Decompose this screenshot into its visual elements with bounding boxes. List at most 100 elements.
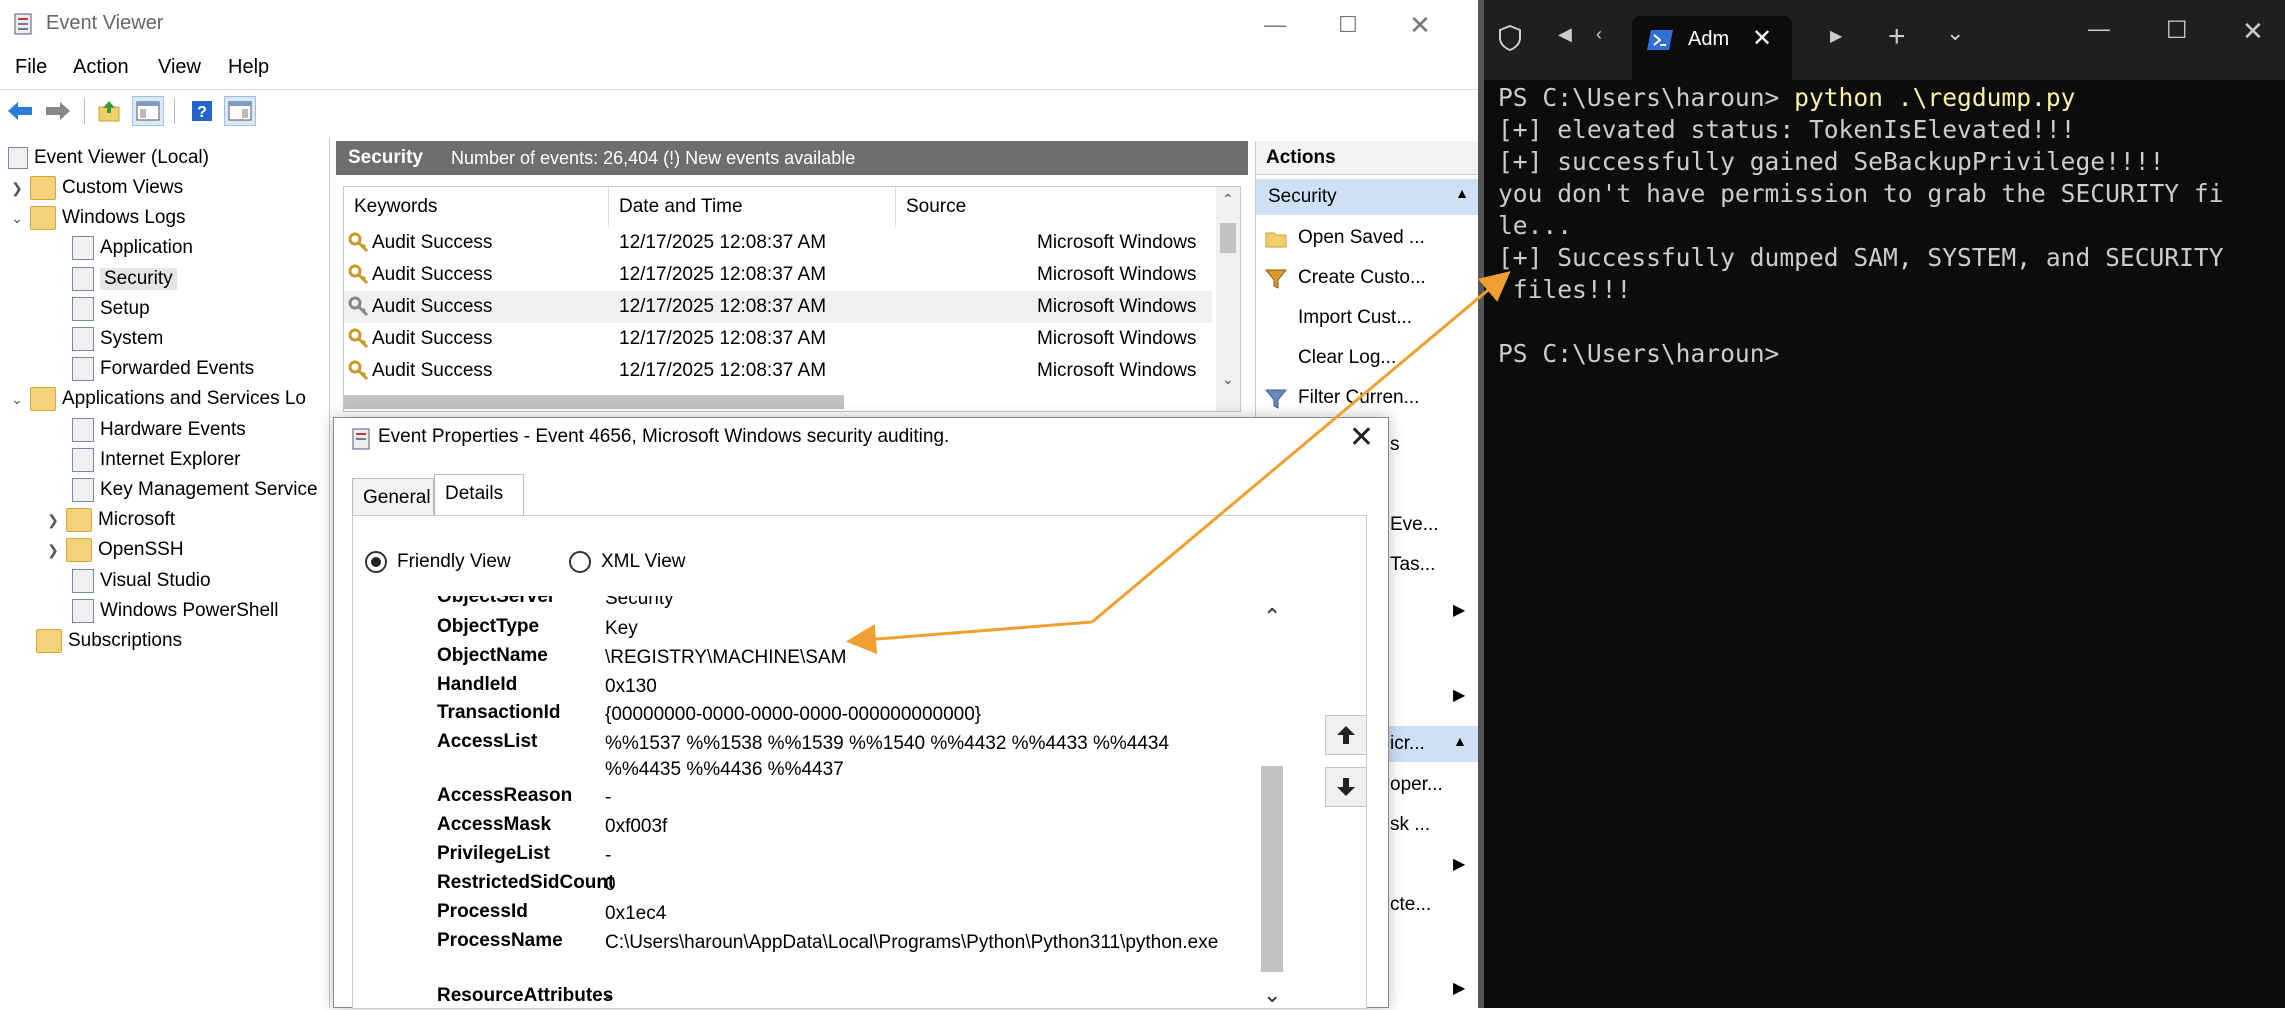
tree-forwarded-events[interactable]: Forwarded Events: [72, 354, 254, 384]
terminal-close-button[interactable]: ✕: [2242, 16, 2264, 47]
submenu-arrow-icon: ▶: [1453, 980, 1466, 997]
tree-custom-views[interactable]: ❯ Custom Views: [8, 173, 183, 203]
log-icon: [72, 569, 94, 593]
dialog-close-button[interactable]: ✕: [1349, 420, 1374, 455]
output-line: PS C:\Users\haroun>: [1498, 339, 1780, 368]
terminal-window: ◀ ‹ Adm ✕ ▶ + ⌄ — ☐ ✕ PS C:\Users\haroun…: [1484, 0, 2285, 1008]
table-row[interactable]: Audit Success 12/17/2025 12:08:37 AM Mic…: [344, 227, 1212, 259]
help-icon[interactable]: ?: [186, 96, 218, 126]
scrollbar-thumb[interactable]: [1261, 766, 1283, 972]
tree-root[interactable]: Event Viewer (Local): [8, 143, 209, 173]
submenu-arrow-icon: ▶: [1453, 687, 1466, 704]
friendly-view-radio[interactable]: Friendly View: [365, 551, 511, 573]
tree-windows-powershell[interactable]: Windows PowerShell: [72, 596, 278, 626]
tree-system[interactable]: System: [72, 324, 163, 354]
menu-action[interactable]: Action: [73, 56, 129, 79]
tree-applications-services[interactable]: ⌄ Applications and Services Lo: [8, 384, 306, 414]
next-event-button[interactable]: [1325, 767, 1367, 807]
new-tab-icon[interactable]: +: [1888, 20, 1906, 54]
powershell-icon: [1647, 30, 1673, 50]
output-line: [+] successfully gained SeBackupPrivileg…: [1498, 147, 2165, 176]
show-action-pane-icon[interactable]: [224, 96, 256, 126]
details-panel: Friendly View XML View ObjectServer Secu…: [352, 515, 1367, 1009]
filter-icon: [1264, 389, 1288, 409]
tree-subscriptions[interactable]: Subscriptions: [36, 626, 182, 656]
horizontal-scrollbar[interactable]: [344, 395, 844, 409]
column-keywords[interactable]: Keywords: [344, 187, 609, 227]
tree-windows-logs[interactable]: ⌄ Windows Logs: [8, 203, 186, 233]
output-line: le...: [1498, 211, 1573, 240]
menu-file[interactable]: File: [15, 56, 47, 79]
column-source[interactable]: Source: [896, 187, 1214, 227]
chevron-down-icon[interactable]: ⌄: [8, 391, 26, 408]
show-hide-tree-icon[interactable]: [132, 96, 164, 126]
scroll-left-icon[interactable]: ◀: [1558, 24, 1572, 45]
menu-view[interactable]: View: [158, 56, 201, 79]
chevron-right-icon[interactable]: ❯: [44, 542, 62, 559]
collapse-up-icon[interactable]: ▲: [1453, 733, 1467, 749]
maximize-button[interactable]: ☐: [1328, 8, 1368, 42]
tree-key-management[interactable]: Key Management Service: [72, 475, 318, 505]
log-header: Security Number of events: 26,404 (!) Ne…: [336, 141, 1248, 175]
terminal-tab-strip: ◀ ‹ Adm ✕ ▶ + ⌄ — ☐ ✕: [1484, 0, 2285, 80]
tab-general[interactable]: General: [352, 478, 434, 516]
tree-application[interactable]: Application: [72, 233, 193, 263]
chevron-left-icon[interactable]: ‹: [1596, 24, 1602, 45]
event-properties-dialog: Event Properties - Event 4656, Microsoft…: [333, 417, 1389, 1009]
actions-section-security[interactable]: Security ▲: [1256, 179, 1479, 215]
toolbar: ?: [0, 89, 1478, 131]
xml-view-radio[interactable]: XML View: [569, 551, 685, 573]
close-button[interactable]: ✕: [1400, 8, 1440, 42]
up-folder-icon[interactable]: [94, 96, 126, 126]
tree-visual-studio[interactable]: Visual Studio: [72, 566, 211, 596]
tab-details[interactable]: Details: [434, 474, 524, 516]
output-line: [+] elevated status: TokenIsElevated!!!: [1498, 115, 2076, 144]
chevron-down-icon[interactable]: ⌄: [8, 210, 26, 227]
dialog-title: Event Properties - Event 4656, Microsoft…: [378, 426, 950, 447]
tree-microsoft[interactable]: ❯ Microsoft: [44, 505, 175, 535]
forward-arrow-icon[interactable]: [42, 96, 74, 126]
terminal-maximize-button[interactable]: ☐: [2166, 16, 2188, 45]
back-arrow-icon[interactable]: [4, 96, 36, 126]
dropdown-chevron-icon[interactable]: ⌄: [1946, 20, 1964, 46]
chevron-up-icon[interactable]: ⌃: [1222, 191, 1234, 208]
key-icon: [348, 232, 370, 260]
chevron-down-icon[interactable]: ⌄: [1263, 982, 1281, 1008]
table-row[interactable]: Audit Success 12/17/2025 12:08:37 AM Mic…: [344, 323, 1212, 355]
log-icon: [72, 267, 94, 291]
scroll-right-icon[interactable]: ▶: [1830, 26, 1842, 46]
tree-openssh[interactable]: ❯ OpenSSH: [44, 535, 184, 565]
column-date-time[interactable]: Date and Time: [609, 187, 896, 227]
event-list: Keywords Date and Time Source Audit Succ…: [343, 186, 1241, 412]
actions-section-event[interactable]: icr... ▲: [1389, 726, 1478, 762]
tree-hardware-events[interactable]: Hardware Events: [72, 415, 246, 445]
menu-help[interactable]: Help: [228, 56, 269, 79]
open-folder-icon: [1265, 232, 1287, 248]
log-icon: [72, 599, 94, 623]
details-scrollbar[interactable]: ⌃ ⌄: [1261, 596, 1285, 1010]
chevron-down-icon[interactable]: ⌄: [1222, 371, 1234, 388]
shield-icon: [1499, 24, 1521, 52]
command-text: python .\regdump.py: [1794, 83, 2076, 112]
chevron-right-icon[interactable]: ❯: [8, 180, 26, 197]
collapse-up-icon[interactable]: ▲: [1455, 185, 1469, 201]
prompt: PS C:\Users\haroun>: [1498, 83, 1795, 112]
svg-text:?: ?: [197, 104, 207, 121]
radio-empty-icon: [569, 551, 591, 573]
tab-close-icon[interactable]: ✕: [1752, 24, 1772, 53]
table-row[interactable]: Audit Success 12/17/2025 12:08:37 AM Mic…: [344, 259, 1212, 291]
grid-scrollbar[interactable]: ⌃ ⌄: [1216, 187, 1240, 411]
tree-security[interactable]: Security: [72, 264, 177, 294]
chevron-up-icon[interactable]: ⌃: [1263, 604, 1281, 630]
previous-event-button[interactable]: [1325, 715, 1367, 755]
log-icon: [72, 297, 94, 321]
tree-setup[interactable]: Setup: [72, 294, 150, 324]
table-row[interactable]: Audit Success 12/17/2025 12:08:37 AM Mic…: [344, 355, 1212, 387]
chevron-right-icon[interactable]: ❯: [44, 512, 62, 529]
terminal-output[interactable]: PS C:\Users\haroun> python .\regdump.py …: [1498, 82, 2278, 370]
tree-internet-explorer[interactable]: Internet Explorer: [72, 445, 240, 475]
terminal-minimize-button[interactable]: —: [2088, 16, 2110, 42]
terminal-tab-title: Adm: [1688, 28, 1730, 50]
minimize-button[interactable]: —: [1255, 8, 1295, 42]
table-row-selected[interactable]: Audit Success 12/17/2025 12:08:37 AM Mic…: [344, 291, 1212, 323]
